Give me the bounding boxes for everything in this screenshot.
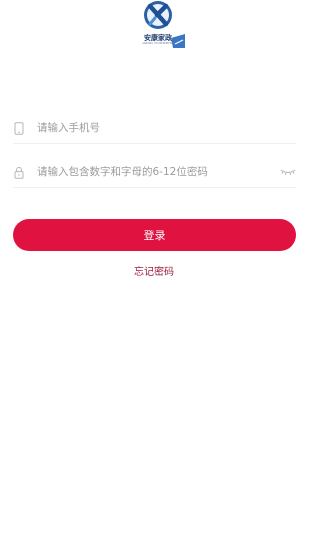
lock-icon xyxy=(13,165,25,179)
login-page: 安康家政 ANKANG HOUSEKEEPING 请输入手机号 登录 忘记密码 xyxy=(0,0,308,548)
eye-closed-icon[interactable] xyxy=(280,167,296,177)
login-button[interactable]: 登录 xyxy=(13,219,296,251)
password-input[interactable] xyxy=(37,163,276,181)
forgot-password-link[interactable]: 忘记密码 xyxy=(0,263,308,278)
phone-icon xyxy=(13,121,25,135)
phone-input[interactable] xyxy=(37,119,296,137)
app-logo: 安康家政 ANKANG HOUSEKEEPING xyxy=(133,0,189,50)
phone-field-row xyxy=(13,113,296,144)
password-field-row xyxy=(13,157,296,188)
logo-subtitle: ANKANG HOUSEKEEPING xyxy=(142,42,174,45)
